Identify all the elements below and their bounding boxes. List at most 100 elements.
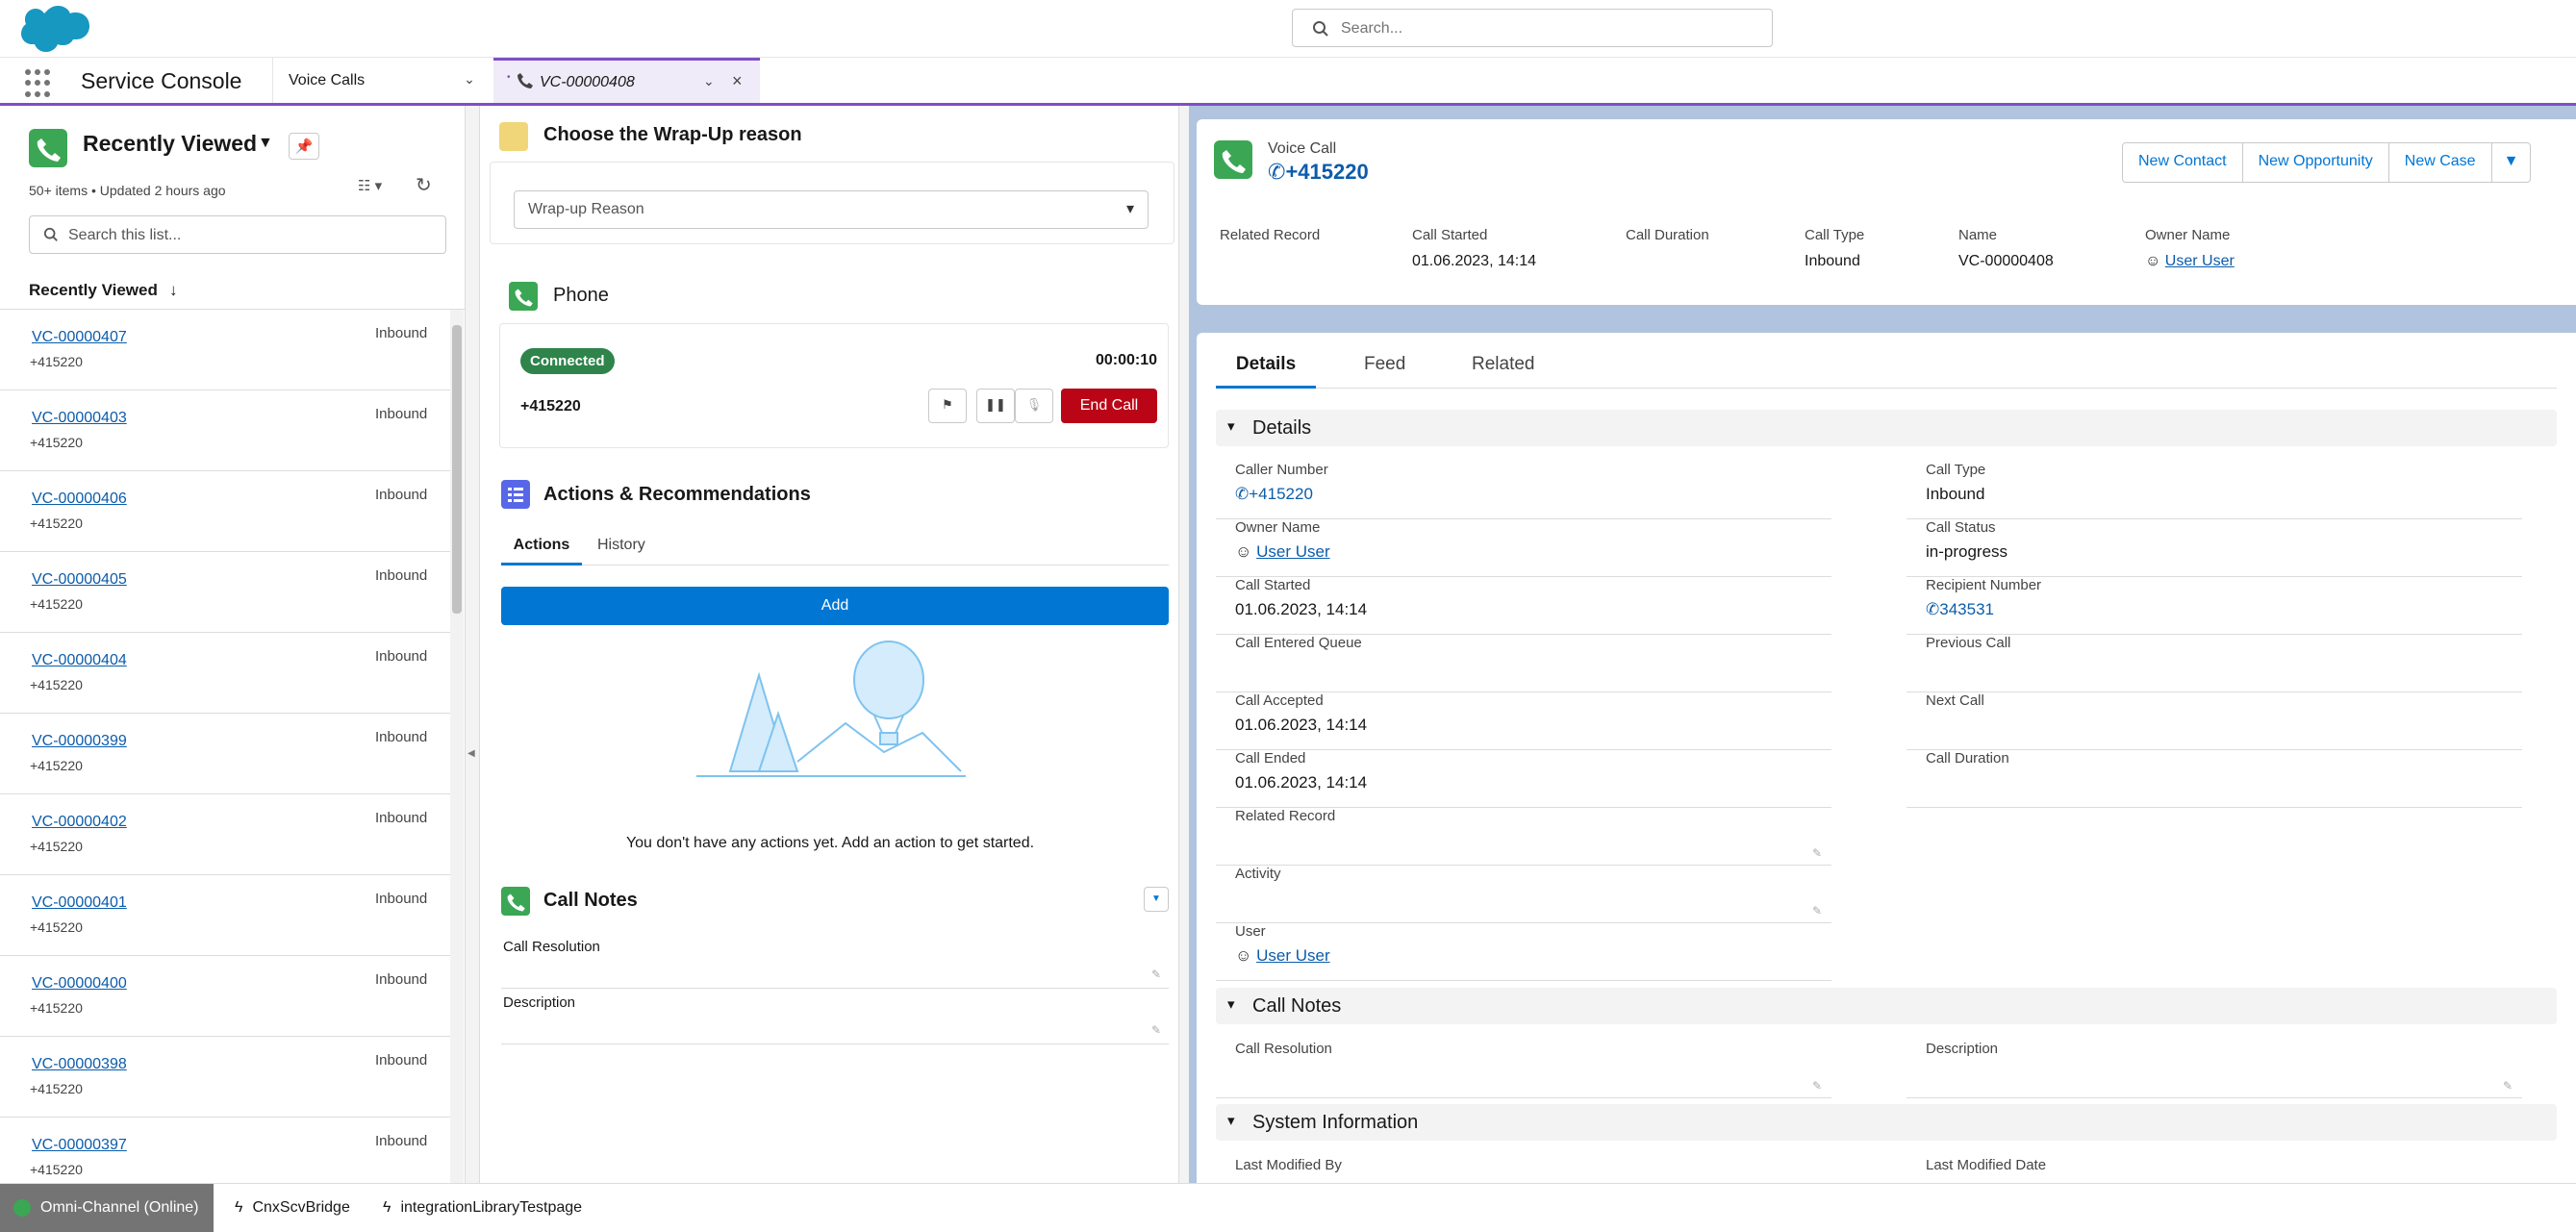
tab-actions[interactable]: Actions [501,531,582,566]
record-title[interactable]: ✆+415220 [1268,160,1369,185]
record-link[interactable]: VC-00000406 [32,490,127,508]
field-label: Recipient Number [1926,577,2042,593]
edit-pencil-icon[interactable]: ✎ [1812,1079,1822,1093]
chevron-down-icon: ▾ [1227,1113,1235,1129]
more-actions-chevron-icon[interactable]: ▼ [2492,143,2531,182]
hold-button[interactable]: ❚❚ [976,389,1015,423]
field-value-link[interactable]: ☺ User User [1235,946,1330,966]
field-value-link[interactable]: ☺ User User [1235,542,1330,562]
field-value[interactable]: User User [1256,946,1330,965]
edit-pencil-icon[interactable]: ✎ [1812,904,1822,918]
detail-field-related-record[interactable]: Related Record ✎ [1216,808,1831,866]
call-resolution-field[interactable]: Call Resolution ✎ [501,933,1169,989]
nav-bar: Service Console Voice Calls ⌄ • VC-00000… [0,58,2576,106]
detail-field-activity[interactable]: Activity ✎ [1216,866,1831,923]
close-icon[interactable]: × [732,71,743,91]
section-call-notes-header[interactable]: ▾ Call Notes [1216,988,2557,1024]
detail-field-description[interactable]: Description ✎ [1907,1041,2522,1098]
field-label: Next Call [1926,692,1984,709]
list-item[interactable]: VC-00000406 +415220 Inbound [0,471,450,552]
display-as-table-icon[interactable]: ☷ ▾ [358,177,382,194]
flag-button[interactable]: ⚑ [928,389,967,423]
lightning-bolt-icon: ϟ [383,1199,391,1216]
detail-field-call-ended: Call Ended 01.06.2023, 14:14 [1216,750,1831,808]
edit-pencil-icon[interactable]: ✎ [2503,1079,2513,1093]
scrollbar-thumb[interactable] [452,325,462,614]
record-number: +415220 [30,1081,83,1096]
actions-title: Actions & Recommendations [543,484,811,505]
section-system-information-header[interactable]: ▾ System Information [1216,1104,2557,1141]
pin-icon[interactable]: 📌 [289,133,319,160]
record-link[interactable]: VC-00000407 [32,329,127,346]
detail-field-call-type: Call Type Inbound [1907,462,2522,519]
record-link[interactable]: VC-00000401 [32,894,127,912]
detail-field-call-started: Call Started 01.06.2023, 14:14 [1216,577,1831,635]
new-opportunity-button[interactable]: New Opportunity [2243,143,2389,182]
mute-button[interactable]: 🎙 [1015,389,1053,423]
tab-voice-call-record[interactable]: • VC-00000408 ⌄ × [493,58,760,103]
record-link[interactable]: VC-00000397 [32,1137,127,1154]
add-action-button[interactable]: Add [501,587,1169,625]
record-number: +415220 [30,758,83,773]
description-field[interactable]: Description ✎ [501,989,1169,1044]
list-item[interactable]: VC-00000405 +415220 Inbound [0,552,450,633]
record-link[interactable]: VC-00000403 [32,410,127,427]
new-case-button[interactable]: New Case [2389,143,2492,182]
section-details-header[interactable]: ▾ Details [1216,410,2557,446]
record-link[interactable]: VC-00000404 [32,652,127,669]
list-item[interactable]: VC-00000407 +415220 Inbound [0,310,450,390]
list-item[interactable]: VC-00000401 +415220 Inbound [0,875,450,956]
record-link[interactable]: VC-00000400 [32,975,127,993]
record-link[interactable]: VC-00000398 [32,1056,127,1073]
tab-feed[interactable]: Feed [1364,354,1405,375]
list-item[interactable]: VC-00000398 +415220 Inbound [0,1037,450,1118]
owner-link[interactable]: User User [2165,253,2235,269]
chevron-down-icon[interactable]: ⌄ [452,71,487,94]
record-link[interactable]: VC-00000402 [32,814,127,831]
nav-item-voice-calls[interactable]: Voice Calls [272,58,445,103]
unsaved-indicator-icon: • [507,72,511,83]
edit-pencil-icon[interactable]: ✎ [1151,1023,1161,1037]
salesforce-logo[interactable] [17,4,89,52]
list-item[interactable]: VC-00000399 +415220 Inbound [0,714,450,794]
utility-item-integration-library[interactable]: ϟ integrationLibraryTestpage [383,1199,582,1217]
utility-item-cnxscvbridge[interactable]: ϟ CnxScvBridge [235,1199,350,1217]
list-view-title[interactable]: Recently Viewed [83,131,257,157]
highlight-call-type: Call Type Inbound [1805,227,1864,270]
chevron-down-icon[interactable]: ⌄ [703,73,715,89]
tab-details[interactable]: Details [1216,344,1316,389]
tab-related[interactable]: Related [1472,354,1535,375]
global-search-input[interactable]: Search... [1292,9,1773,47]
list-column-header[interactable]: Recently Viewed ↓ [0,271,466,310]
collapse-panel-icon[interactable]: ◀ [467,748,475,759]
omni-channel-button[interactable]: Omni-Channel (Online) [0,1184,214,1232]
tab-history[interactable]: History [597,537,645,554]
chevron-down-icon[interactable]: ▼ [1144,887,1169,912]
list-item[interactable]: VC-00000400 +415220 Inbound [0,956,450,1037]
wrap-up-reason-select[interactable]: Wrap-up Reason ▾ [514,190,1149,229]
field-value: +415220 [1249,485,1313,503]
edit-pencil-icon[interactable]: ✎ [1812,846,1822,860]
field-value[interactable]: User User [1256,542,1330,561]
list-item[interactable]: VC-00000403 +415220 Inbound [0,390,450,471]
detail-field-call-resolution[interactable]: Call Resolution ✎ [1216,1041,1831,1098]
mute-icon: 🎙 [1025,397,1043,412]
record-link[interactable]: VC-00000405 [32,571,127,589]
chevron-down-icon: ▾ [1227,418,1235,435]
list-item[interactable]: VC-00000402 +415220 Inbound [0,794,450,875]
caret-down-icon[interactable]: ▼ [258,135,273,152]
highlight-value[interactable]: ☺ User User [2145,253,2235,270]
app-launcher-icon[interactable] [25,69,54,98]
avatar: ☺ [2145,253,2165,269]
list-search-input[interactable]: Search this list... [29,215,446,254]
end-call-button[interactable]: End Call [1061,389,1157,423]
new-contact-button[interactable]: New Contact [2123,143,2243,182]
list-item[interactable]: VC-00000404 +415220 Inbound [0,633,450,714]
field-value-link[interactable]: ✆+415220 [1235,485,1313,504]
record-link[interactable]: VC-00000399 [32,733,127,750]
refresh-icon[interactable]: ↻ [416,173,432,197]
edit-pencil-icon[interactable]: ✎ [1151,968,1161,981]
status-badge: Connected [520,348,615,374]
field-value-link[interactable]: ✆343531 [1926,600,1994,619]
record-type: Inbound [375,971,428,988]
